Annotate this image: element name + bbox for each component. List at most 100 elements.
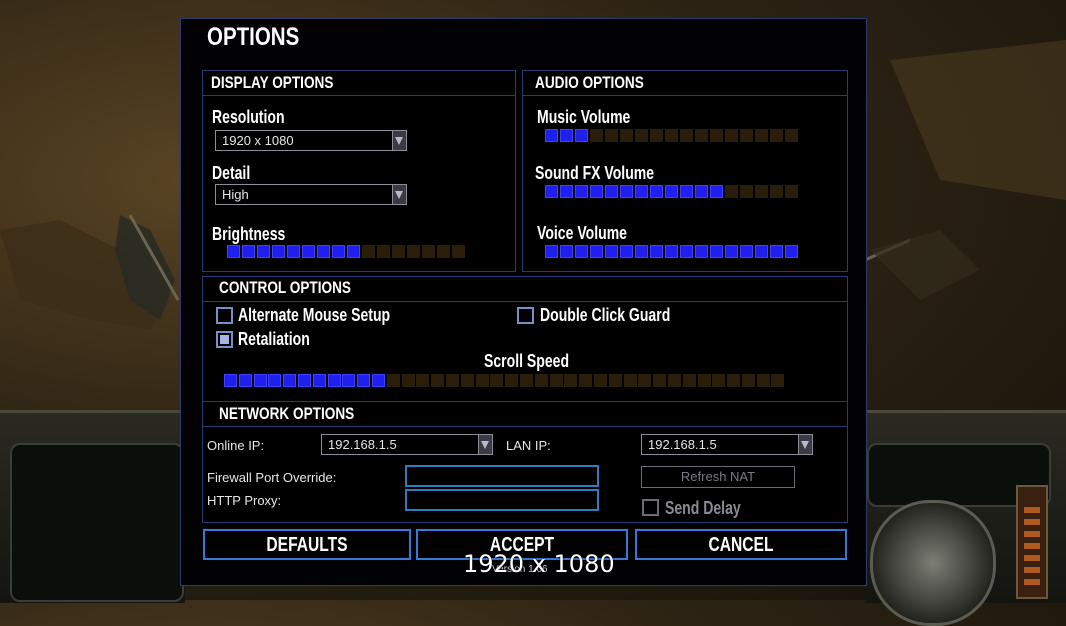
slider-segment-filled[interactable] [695,185,708,198]
resolution-dropdown[interactable]: 1920 x 1080 [215,130,407,151]
slider-segment-empty[interactable] [725,129,738,142]
slider-segment-filled[interactable] [665,185,678,198]
slider-segment-filled[interactable] [257,245,270,258]
slider-segment-filled[interactable] [238,374,252,387]
slider-segment-empty[interactable] [549,374,563,387]
slider-segment-filled[interactable] [665,245,678,258]
slider-segment-empty[interactable] [445,374,459,387]
slider-segment-filled[interactable] [560,129,573,142]
slider-segment-filled[interactable] [740,245,753,258]
slider-segment-empty[interactable] [725,185,738,198]
slider-segment-filled[interactable] [650,245,663,258]
slider-segment-empty[interactable] [740,129,753,142]
slider-segment-filled[interactable] [680,245,693,258]
slider-segment-empty[interactable] [490,374,504,387]
slider-segment-empty[interactable] [437,245,450,258]
send-delay-checkbox[interactable] [642,499,659,516]
slider-segment-empty[interactable] [665,129,678,142]
slider-segment-empty[interactable] [620,129,633,142]
slider-segment-filled[interactable] [725,245,738,258]
slider-segment-filled[interactable] [283,374,297,387]
slider-segment-filled[interactable] [227,245,240,258]
slider-segment-filled[interactable] [620,245,633,258]
slider-segment-empty[interactable] [638,374,652,387]
alternate-mouse-checkbox[interactable] [216,307,233,324]
slider-segment-empty[interactable] [695,129,708,142]
slider-segment-filled[interactable] [545,245,558,258]
chevron-down-icon[interactable] [392,131,406,150]
slider-segment-filled[interactable] [650,185,663,198]
slider-segment-filled[interactable] [635,245,648,258]
slider-segment-filled[interactable] [770,245,783,258]
chevron-down-icon[interactable] [798,435,812,454]
firewall-port-input[interactable] [405,465,599,487]
slider-segment-empty[interactable] [407,245,420,258]
retaliation-checkbox[interactable] [216,331,233,348]
slider-segment-empty[interactable] [623,374,637,387]
slider-segment-filled[interactable] [620,185,633,198]
slider-segment-empty[interactable] [590,129,603,142]
double-click-guard-checkbox[interactable] [517,307,534,324]
slider-segment-filled[interactable] [575,245,588,258]
refresh-nat-button[interactable]: Refresh NAT [641,466,795,488]
slider-segment-empty[interactable] [712,374,726,387]
scroll-speed-slider[interactable] [224,374,785,388]
slider-segment-filled[interactable] [371,374,385,387]
slider-segment-filled[interactable] [272,245,285,258]
brightness-slider[interactable] [227,245,465,259]
slider-segment-empty[interactable] [422,245,435,258]
slider-segment-filled[interactable] [357,374,371,387]
slider-segment-filled[interactable] [332,245,345,258]
slider-segment-filled[interactable] [347,245,360,258]
slider-segment-empty[interactable] [667,374,681,387]
slider-segment-filled[interactable] [268,374,282,387]
slider-segment-filled[interactable] [242,245,255,258]
music-volume-slider[interactable] [545,129,798,143]
detail-dropdown[interactable]: High [215,184,407,205]
slider-segment-empty[interactable] [697,374,711,387]
slider-segment-empty[interactable] [401,374,415,387]
slider-segment-filled[interactable] [785,245,798,258]
slider-segment-empty[interactable] [392,245,405,258]
slider-segment-filled[interactable] [312,374,326,387]
slider-segment-filled[interactable] [545,129,558,142]
slider-segment-empty[interactable] [727,374,741,387]
slider-segment-filled[interactable] [253,374,267,387]
slider-segment-filled[interactable] [680,185,693,198]
slider-segment-empty[interactable] [755,185,768,198]
slider-segment-empty[interactable] [519,374,533,387]
slider-segment-filled[interactable] [605,185,618,198]
slider-segment-empty[interactable] [475,374,489,387]
chevron-down-icon[interactable] [392,185,406,204]
slider-segment-empty[interactable] [653,374,667,387]
slider-segment-filled[interactable] [605,245,618,258]
slider-segment-filled[interactable] [635,185,648,198]
voice-volume-slider[interactable] [545,245,798,259]
slider-segment-empty[interactable] [605,129,618,142]
slider-segment-empty[interactable] [682,374,696,387]
slider-segment-filled[interactable] [327,374,341,387]
chevron-down-icon[interactable] [478,435,492,454]
slider-segment-empty[interactable] [635,129,648,142]
slider-segment-filled[interactable] [590,245,603,258]
slider-segment-empty[interactable] [452,245,465,258]
slider-segment-empty[interactable] [740,185,753,198]
defaults-button[interactable]: DEFAULTS [203,529,411,560]
slider-segment-filled[interactable] [560,245,573,258]
slider-segment-empty[interactable] [608,374,622,387]
slider-segment-filled[interactable] [545,185,558,198]
slider-segment-filled[interactable] [560,185,573,198]
slider-segment-empty[interactable] [362,245,375,258]
slider-segment-empty[interactable] [785,185,798,198]
online-ip-dropdown[interactable]: 192.168.1.5 [321,434,493,455]
slider-segment-empty[interactable] [579,374,593,387]
slider-segment-empty[interactable] [564,374,578,387]
slider-segment-empty[interactable] [741,374,755,387]
slider-segment-filled[interactable] [710,185,723,198]
slider-segment-empty[interactable] [593,374,607,387]
slider-segment-empty[interactable] [755,129,768,142]
slider-segment-empty[interactable] [386,374,400,387]
slider-segment-empty[interactable] [756,374,770,387]
slider-segment-empty[interactable] [377,245,390,258]
slider-segment-empty[interactable] [416,374,430,387]
